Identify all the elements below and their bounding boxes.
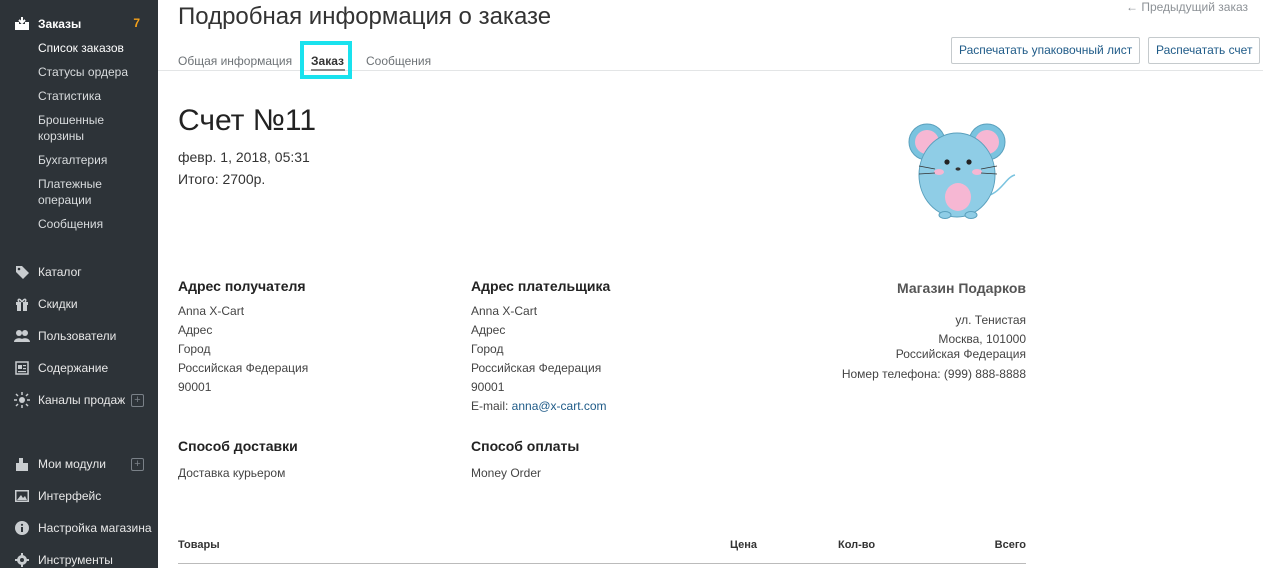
sidebar-item-content[interactable]: Содержание <box>0 358 158 378</box>
column-header-quantity: Кол-во <box>838 539 876 551</box>
sidebar-item-label: Настройка магазина <box>38 521 152 535</box>
sidebar-item-label: Интерфейс <box>38 489 102 503</box>
sidebar-item-store-settings[interactable]: Настройка магазина <box>0 518 158 538</box>
sidebar-item-users[interactable]: Пользователи <box>0 326 158 346</box>
shipping-address-line: Адрес <box>178 323 213 337</box>
sidebar-item-label: Содержание <box>38 361 109 375</box>
sidebar-subitem-messages[interactable]: Сообщения <box>38 216 138 232</box>
billing-address-line: Anna X-Cart <box>471 304 538 318</box>
sidebar: Заказы 7 Список заказов Статусы ордера С… <box>0 0 158 568</box>
shipping-address-line: Город <box>178 342 211 356</box>
sidebar-item-discounts[interactable]: Скидки <box>0 294 158 314</box>
expand-plus-icon[interactable]: + <box>131 394 144 407</box>
orders-icon <box>14 16 30 32</box>
sidebar-item-catalog[interactable]: Каталог <box>0 262 158 282</box>
gift-icon <box>14 296 30 312</box>
billing-address-line: 90001 <box>471 380 505 394</box>
shop-phone: Номер телефона: (999) 888-8888 <box>841 367 1026 381</box>
expand-plus-icon[interactable]: + <box>131 458 144 471</box>
email-link[interactable]: anna@x-cart.com <box>512 399 607 413</box>
column-header-price: Цена <box>730 539 758 551</box>
sidebar-item-orders[interactable]: Заказы 7 <box>0 14 158 34</box>
invoice-date: февр. 1, 2018, 05:31 <box>178 149 310 165</box>
payment-method-value: Money Order <box>471 466 542 480</box>
previous-order-link[interactable]: ← Предыдущий заказ <box>1126 0 1248 14</box>
users-icon <box>14 328 30 344</box>
print-invoice-button[interactable]: Распечатать счет <box>1148 37 1261 64</box>
column-header-total: Всего <box>994 539 1026 551</box>
content-icon <box>14 360 30 376</box>
billing-address-line: Российская Федерация <box>471 361 602 375</box>
tab-general-info[interactable]: Общая информация <box>178 54 292 68</box>
email-label: E-mail: <box>471 399 512 413</box>
tab-messages[interactable]: Сообщения <box>366 54 431 68</box>
sidebar-subitem-payment-transactions[interactable]: Платежные операции <box>38 176 138 208</box>
sidebar-subitem-statistics[interactable]: Статистика <box>38 88 138 104</box>
payment-method-title: Способ оплаты <box>471 438 580 454</box>
sidebar-item-tools[interactable]: Инструменты <box>0 550 158 568</box>
orders-count-badge: 7 <box>133 16 140 30</box>
delivery-method-title: Способ доставки <box>178 438 298 454</box>
sidebar-item-my-modules[interactable]: Мои модули + <box>0 454 158 474</box>
sidebar-subitem-abandoned-carts[interactable]: Брошенные корзины <box>38 112 138 144</box>
billing-address-line: Адрес <box>471 323 506 337</box>
sidebar-item-label: Каналы продаж <box>38 393 126 407</box>
sidebar-item-sales-channels[interactable]: Каналы продаж + <box>0 390 158 410</box>
sidebar-subitem-order-list[interactable]: Список заказов <box>38 40 138 56</box>
billing-address-line: Город <box>471 342 504 356</box>
shipping-address-line: Российская Федерация <box>178 361 309 375</box>
shipping-address-title: Адрес получателя <box>178 278 306 294</box>
sidebar-item-label: Каталог <box>38 265 82 279</box>
sidebar-subitem-order-statuses[interactable]: Статусы ордера <box>38 64 138 80</box>
active-tab-underline <box>311 69 345 71</box>
sidebar-item-label: Пользователи <box>38 329 117 343</box>
sidebar-item-label: Заказы <box>38 17 82 31</box>
sidebar-item-label: Скидки <box>38 297 78 311</box>
shop-address-line: Российская Федерация <box>895 347 1026 361</box>
shop-address-line: Москва, 101000 <box>938 332 1026 346</box>
tag-icon <box>14 264 30 280</box>
sidebar-item-label: Мои модули <box>38 457 106 471</box>
billing-address-title: Адрес плательщика <box>471 278 611 294</box>
sidebar-item-label: Инструменты <box>38 553 113 567</box>
shop-name: Магазин Подарков <box>897 280 1026 296</box>
sidebar-subitem-accounting[interactable]: Бухгалтерия <box>38 152 138 168</box>
print-packing-slip-button[interactable]: Распечатать упаковочный лист <box>951 37 1141 64</box>
invoice-title: Счет №11 <box>178 104 317 137</box>
shipping-address-line: Anna X-Cart <box>178 304 245 318</box>
gear-icon <box>14 552 30 568</box>
billing-email: E-mail: anna@x-cart.com <box>471 399 607 413</box>
shipping-address-line: 90001 <box>178 380 212 394</box>
items-table-header: Товары Цена Кол-во Всего <box>178 539 1026 564</box>
shop-address-line: ул. Тенистая <box>955 313 1026 327</box>
column-header-products: Товары <box>178 539 220 551</box>
tab-order[interactable]: Заказ <box>311 54 344 68</box>
delivery-method-value: Доставка курьером <box>178 466 286 480</box>
page-title: Подробная информация о заказе <box>178 3 552 30</box>
sun-icon <box>14 392 30 408</box>
store-logo-mouse <box>905 117 1020 222</box>
info-icon <box>14 520 30 536</box>
modules-icon <box>14 456 30 472</box>
image-icon <box>14 488 30 504</box>
invoice-total: Итого: 2700р. <box>178 171 266 187</box>
sidebar-item-interface[interactable]: Интерфейс <box>0 486 158 506</box>
